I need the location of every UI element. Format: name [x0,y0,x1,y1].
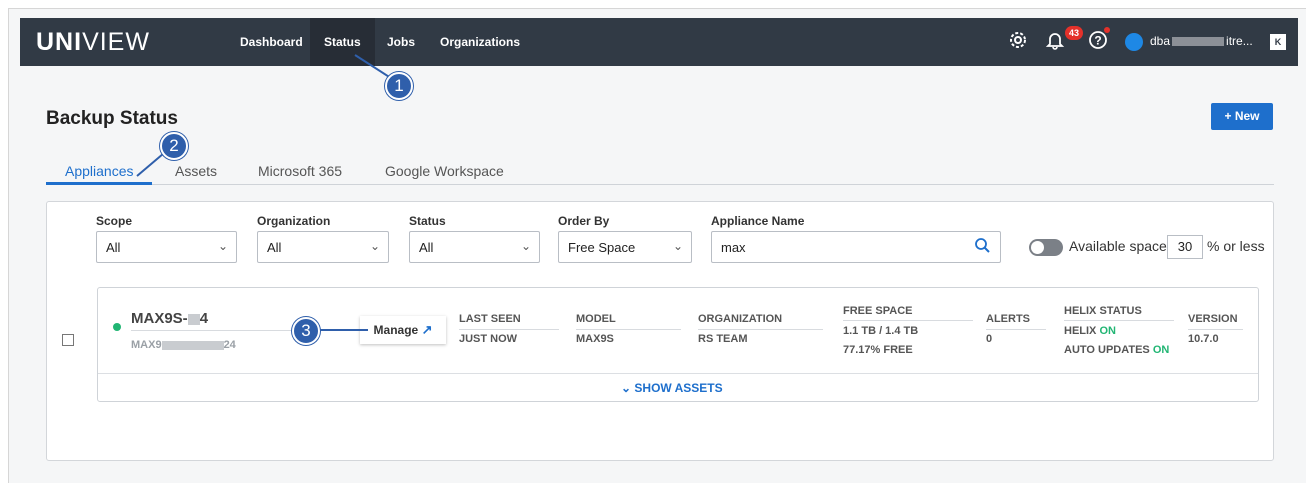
callout-1: 1 [385,72,413,100]
callout-2: 2 [160,132,188,160]
callout-lines [136,54,398,331]
callout-3: 3 [292,317,320,345]
